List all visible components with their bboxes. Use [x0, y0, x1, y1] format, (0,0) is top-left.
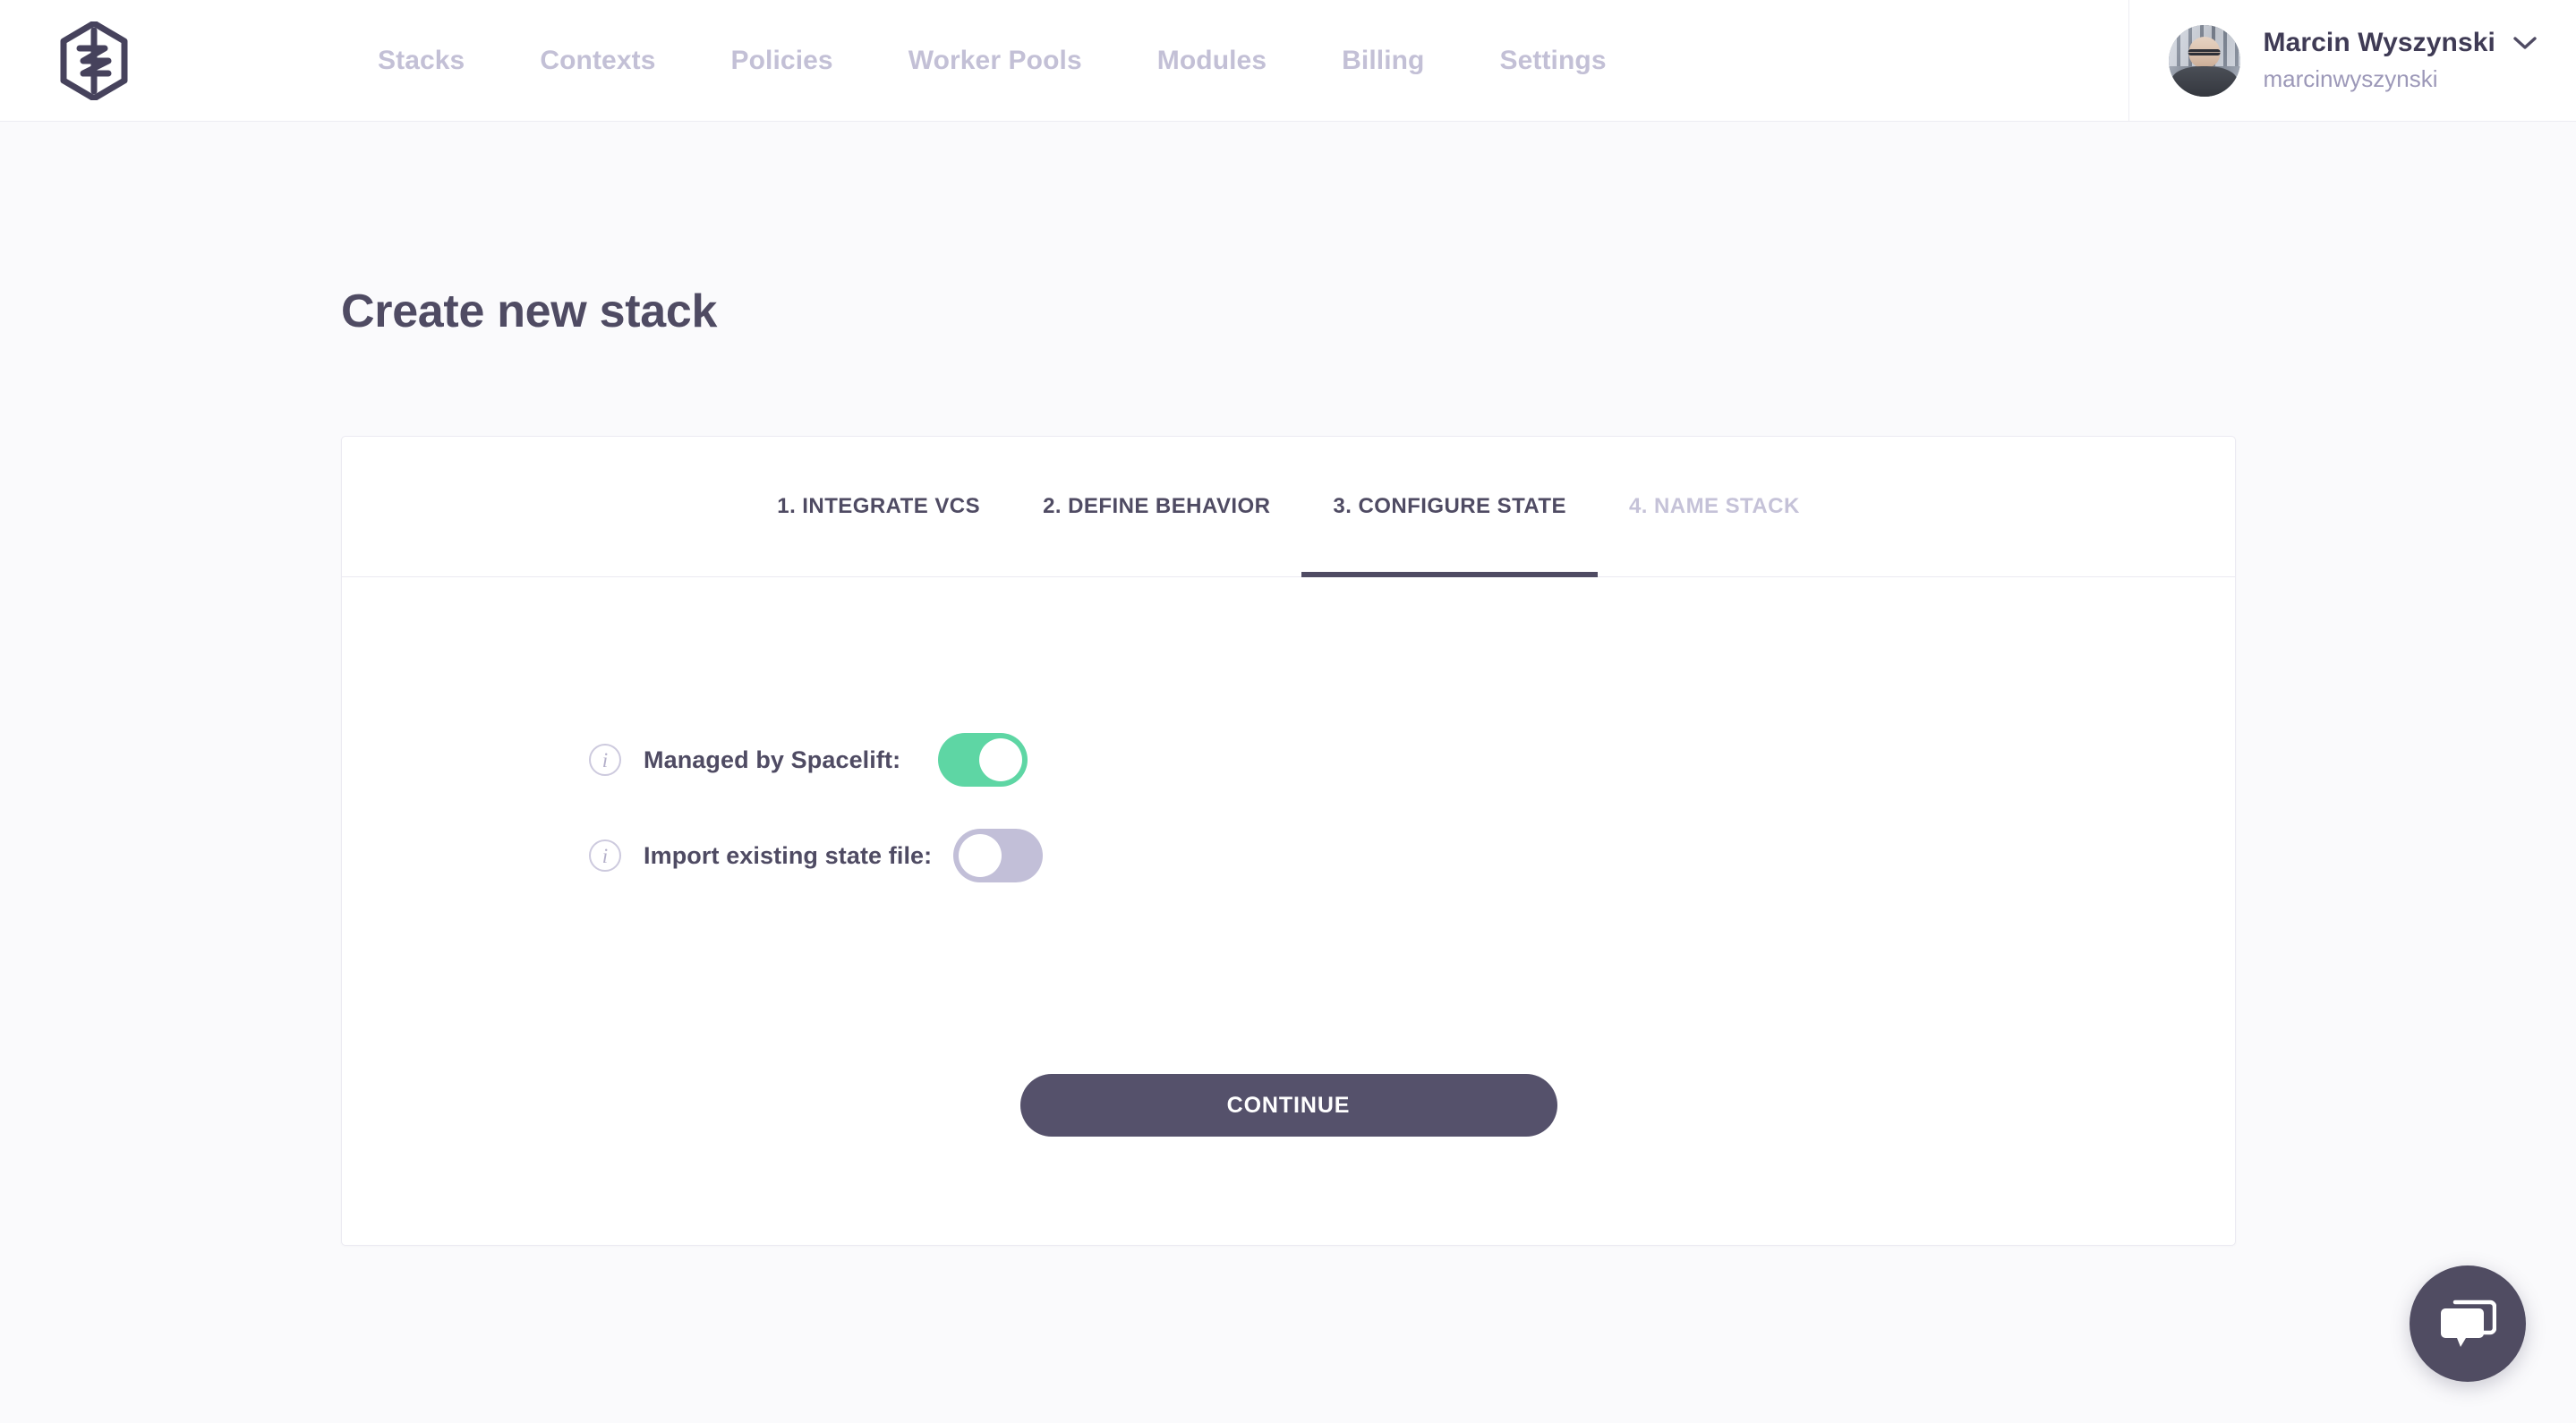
nav-item-worker-pools[interactable]: Worker Pools: [871, 0, 1120, 122]
field-label-managed-by-spacelift: Managed by Spacelift:: [644, 746, 901, 773]
nav-item-policies[interactable]: Policies: [694, 0, 871, 122]
logo-link[interactable]: [0, 0, 188, 121]
page-title: Create new stack: [341, 285, 718, 337]
field-import-existing-state-file: i Import existing state file:: [589, 829, 2235, 882]
nav-item-settings[interactable]: Settings: [1462, 0, 1643, 122]
toggle-managed-by-spacelift[interactable]: [938, 733, 1028, 787]
continue-button[interactable]: CONTINUE: [1019, 1074, 1557, 1137]
field-label-import-existing-state-file: Import existing state file:: [644, 841, 933, 869]
user-name: Marcin Wyszynski: [2263, 28, 2495, 57]
info-icon[interactable]: i: [589, 839, 621, 872]
nav-item-billing[interactable]: Billing: [1304, 0, 1462, 122]
wizard-tabs: 1. INTEGRATE VCS 2. DEFINE BEHAVIOR 3. C…: [342, 437, 2235, 577]
chat-launcher-button[interactable]: [2410, 1265, 2526, 1382]
main-navigation: Stacks Contexts Policies Worker Pools Mo…: [188, 0, 2128, 121]
nav-item-stacks[interactable]: Stacks: [340, 0, 502, 122]
user-avatar-photo: [2168, 24, 2240, 97]
info-icon[interactable]: i: [589, 744, 621, 776]
nav-item-contexts[interactable]: Contexts: [502, 0, 693, 122]
tab-name-stack: 4. NAME STACK: [1628, 494, 1800, 518]
top-header: Stacks Contexts Policies Worker Pools Mo…: [0, 0, 2576, 122]
toggle-knob: [979, 738, 1023, 781]
chat-bubbles-icon: [2441, 1299, 2496, 1347]
configure-state-panel: i Managed by Spacelift: i Import existin…: [342, 577, 2235, 1245]
create-stack-card: 1. INTEGRATE VCS 2. DEFINE BEHAVIOR 3. C…: [341, 436, 2236, 1246]
user-identity: Marcin Wyszynski marcinwyszynski: [2264, 28, 2538, 93]
nav-item-modules[interactable]: Modules: [1120, 0, 1304, 122]
spacelift-logo: [60, 21, 128, 100]
user-menu-button[interactable]: Marcin Wyszynski marcinwyszynski: [2129, 0, 2576, 121]
chevron-down-icon[interactable]: [2513, 36, 2537, 50]
tab-configure-state[interactable]: 3. CONFIGURE STATE: [1301, 436, 1598, 577]
tab-define-behavior[interactable]: 2. DEFINE BEHAVIOR: [1011, 436, 1301, 576]
toggle-import-existing-state-file[interactable]: [953, 829, 1044, 882]
state-options-form: i Managed by Spacelift: i Import existin…: [342, 577, 2235, 882]
avatar: [2168, 24, 2240, 97]
tab-integrate-vcs[interactable]: 1. INTEGRATE VCS: [746, 436, 1011, 576]
field-managed-by-spacelift: i Managed by Spacelift:: [589, 733, 2235, 787]
submit-area: CONTINUE: [342, 925, 2235, 1245]
page-content: Create new stack 1. INTEGRATE VCS 2. DEF…: [0, 285, 2576, 1246]
toggle-knob: [959, 834, 1002, 877]
user-login: marcinwyszynski: [2263, 65, 2438, 92]
